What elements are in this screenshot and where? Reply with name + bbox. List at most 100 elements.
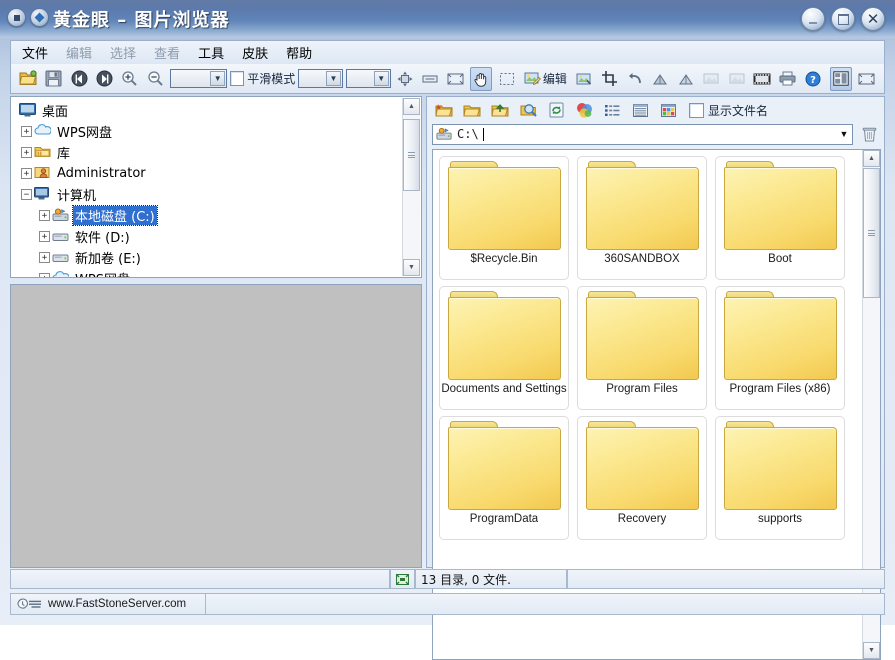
tree-node-drive-e[interactable]: + 新加卷 (E:) <box>11 247 403 268</box>
tree-node-library[interactable]: + 库 <box>11 142 403 163</box>
minimize-button[interactable] <box>801 7 825 31</box>
folder-tree[interactable]: 桌面 + WPS网盘 + <box>10 96 422 278</box>
folder-item[interactable]: ProgramData <box>439 416 569 540</box>
folder-item[interactable]: supports <box>715 416 845 540</box>
save-disk-icon[interactable] <box>42 67 64 91</box>
close-button[interactable]: ✕ <box>861 7 885 31</box>
zoom-in-icon[interactable] <box>119 67 141 91</box>
parent-folder-icon[interactable] <box>460 98 484 122</box>
chevron-down-icon[interactable]: ▼ <box>210 71 225 86</box>
expander-icon[interactable]: + <box>39 252 50 263</box>
next-image-icon[interactable] <box>93 67 115 91</box>
open-folder-up-icon[interactable] <box>488 98 512 122</box>
folder-item[interactable]: Documents and Settings <box>439 286 569 410</box>
edit-button[interactable]: 编辑 <box>521 67 570 91</box>
expander-icon[interactable]: + <box>39 210 50 221</box>
tree-node-wps-cloud[interactable]: + WPS网盘 <box>11 121 403 142</box>
tree-node-drive-d[interactable]: + 软件 (D:) <box>11 226 403 247</box>
address-combobox[interactable]: C:\ ▼ <box>432 124 853 145</box>
search-folder-icon[interactable] <box>516 98 540 122</box>
tree-label: 本地磁盘 (C:) <box>73 206 157 225</box>
previous-image-icon[interactable] <box>68 67 90 91</box>
menu-item-help[interactable]: 帮助 <box>283 42 315 63</box>
chevron-down-icon[interactable]: ▼ <box>374 71 389 86</box>
zoom-out-icon[interactable] <box>144 67 166 91</box>
refresh-icon[interactable] <box>544 98 568 122</box>
folder-item[interactable]: Program Files <box>577 286 707 410</box>
app-menu-icon[interactable] <box>7 8 26 27</box>
tree-label: Administrator <box>55 166 148 181</box>
menu-item-select[interactable]: 选择 <box>107 42 139 63</box>
undo-icon[interactable] <box>624 67 646 91</box>
scroll-thumb[interactable] <box>403 119 420 191</box>
scroll-up-button[interactable]: ▲ <box>863 150 880 167</box>
expander-icon[interactable]: + <box>21 126 32 137</box>
rotate-left-icon[interactable] <box>649 67 671 91</box>
svg-text:?: ? <box>810 75 816 86</box>
tree-label: 桌面 <box>40 101 70 120</box>
brand-box[interactable]: www.FastStoneServer.com <box>10 593 206 615</box>
tree-node-desktop[interactable]: 桌面 <box>11 100 403 121</box>
chevron-down-icon[interactable]: ▼ <box>836 125 852 144</box>
folder-item[interactable]: 360SANDBOX <box>577 156 707 280</box>
folder-item[interactable]: Boot <box>715 156 845 280</box>
scroll-up-button[interactable]: ▲ <box>403 98 420 115</box>
image-effects-icon[interactable] <box>573 67 595 91</box>
layout-panels-icon[interactable] <box>830 67 852 91</box>
slideshow-filmstrip-icon[interactable] <box>751 67 773 91</box>
maximize-button[interactable] <box>831 7 855 31</box>
app-logo-icon[interactable] <box>30 8 49 27</box>
image-size-icon[interactable] <box>390 569 415 589</box>
menu-item-skin[interactable]: 皮肤 <box>239 42 271 63</box>
expander-icon[interactable]: + <box>21 147 32 158</box>
folder-item[interactable]: Recovery <box>577 416 707 540</box>
smooth-mode-checkbox[interactable] <box>230 71 244 86</box>
folder-item[interactable]: Program Files (x86) <box>715 286 845 410</box>
menu-item-view[interactable]: 查看 <box>151 42 183 63</box>
expander-icon[interactable]: + <box>39 273 50 278</box>
tree-node-local-disk-c[interactable]: + 本地磁盘 (C:) <box>11 205 403 226</box>
marquee-select-icon[interactable] <box>495 67 517 91</box>
new-folder-icon[interactable] <box>432 98 456 122</box>
maximize-view-icon[interactable] <box>855 67 877 91</box>
thumbnail-view-icon[interactable] <box>656 98 680 122</box>
trash-icon[interactable] <box>857 122 881 146</box>
open-folder-icon[interactable] <box>17 67 39 91</box>
scroll-down-button[interactable]: ▼ <box>863 642 880 659</box>
desktop-icon <box>19 103 37 119</box>
chevron-down-icon[interactable]: ▼ <box>326 71 341 86</box>
expander-icon[interactable]: + <box>21 168 32 179</box>
color-palette-icon[interactable] <box>572 98 596 122</box>
zoom-level-combo[interactable]: ▼ <box>170 69 228 88</box>
folder-item[interactable]: $Recycle.Bin <box>439 156 569 280</box>
tree-node-computer[interactable]: − 计算机 <box>11 184 403 205</box>
fullscreen-icon[interactable] <box>445 67 467 91</box>
print-icon[interactable] <box>776 67 798 91</box>
tree-node-administrator[interactable]: + Administrator <box>11 163 403 184</box>
browser-toolbar: 显示文件名 <box>427 97 884 123</box>
menu-item-tools[interactable]: 工具 <box>195 42 227 63</box>
menu-item-file[interactable]: 文件 <box>19 42 51 63</box>
list-view-icon[interactable] <box>600 98 624 122</box>
scroll-down-button[interactable]: ▼ <box>403 259 420 276</box>
toolbar-combo-2[interactable]: ▼ <box>298 69 343 88</box>
detail-view-icon[interactable] <box>628 98 652 122</box>
crop-icon[interactable] <box>598 67 620 91</box>
pan-hand-icon[interactable] <box>470 67 492 91</box>
flip-horizontal-icon[interactable] <box>700 67 722 91</box>
scroll-thumb[interactable] <box>863 168 880 298</box>
rotate-right-icon[interactable] <box>675 67 697 91</box>
fit-to-window-icon[interactable] <box>394 67 416 91</box>
expander-icon[interactable]: + <box>39 231 50 242</box>
show-filenames-checkbox[interactable] <box>689 103 704 118</box>
actual-size-icon[interactable] <box>419 67 441 91</box>
help-question-icon[interactable]: ? <box>802 67 824 91</box>
tree-node-wps-cloud-drive[interactable]: + WPS网盘 <box>11 268 403 278</box>
expander-icon[interactable]: − <box>21 189 32 200</box>
flip-vertical-icon[interactable] <box>725 67 747 91</box>
tree-scrollbar[interactable]: ▲ ▼ <box>402 98 420 276</box>
toolbar-combo-3[interactable]: ▼ <box>346 69 391 88</box>
bottom-fill <box>206 593 885 615</box>
image-preview-area[interactable] <box>10 284 422 568</box>
menu-item-edit[interactable]: 编辑 <box>63 42 95 63</box>
